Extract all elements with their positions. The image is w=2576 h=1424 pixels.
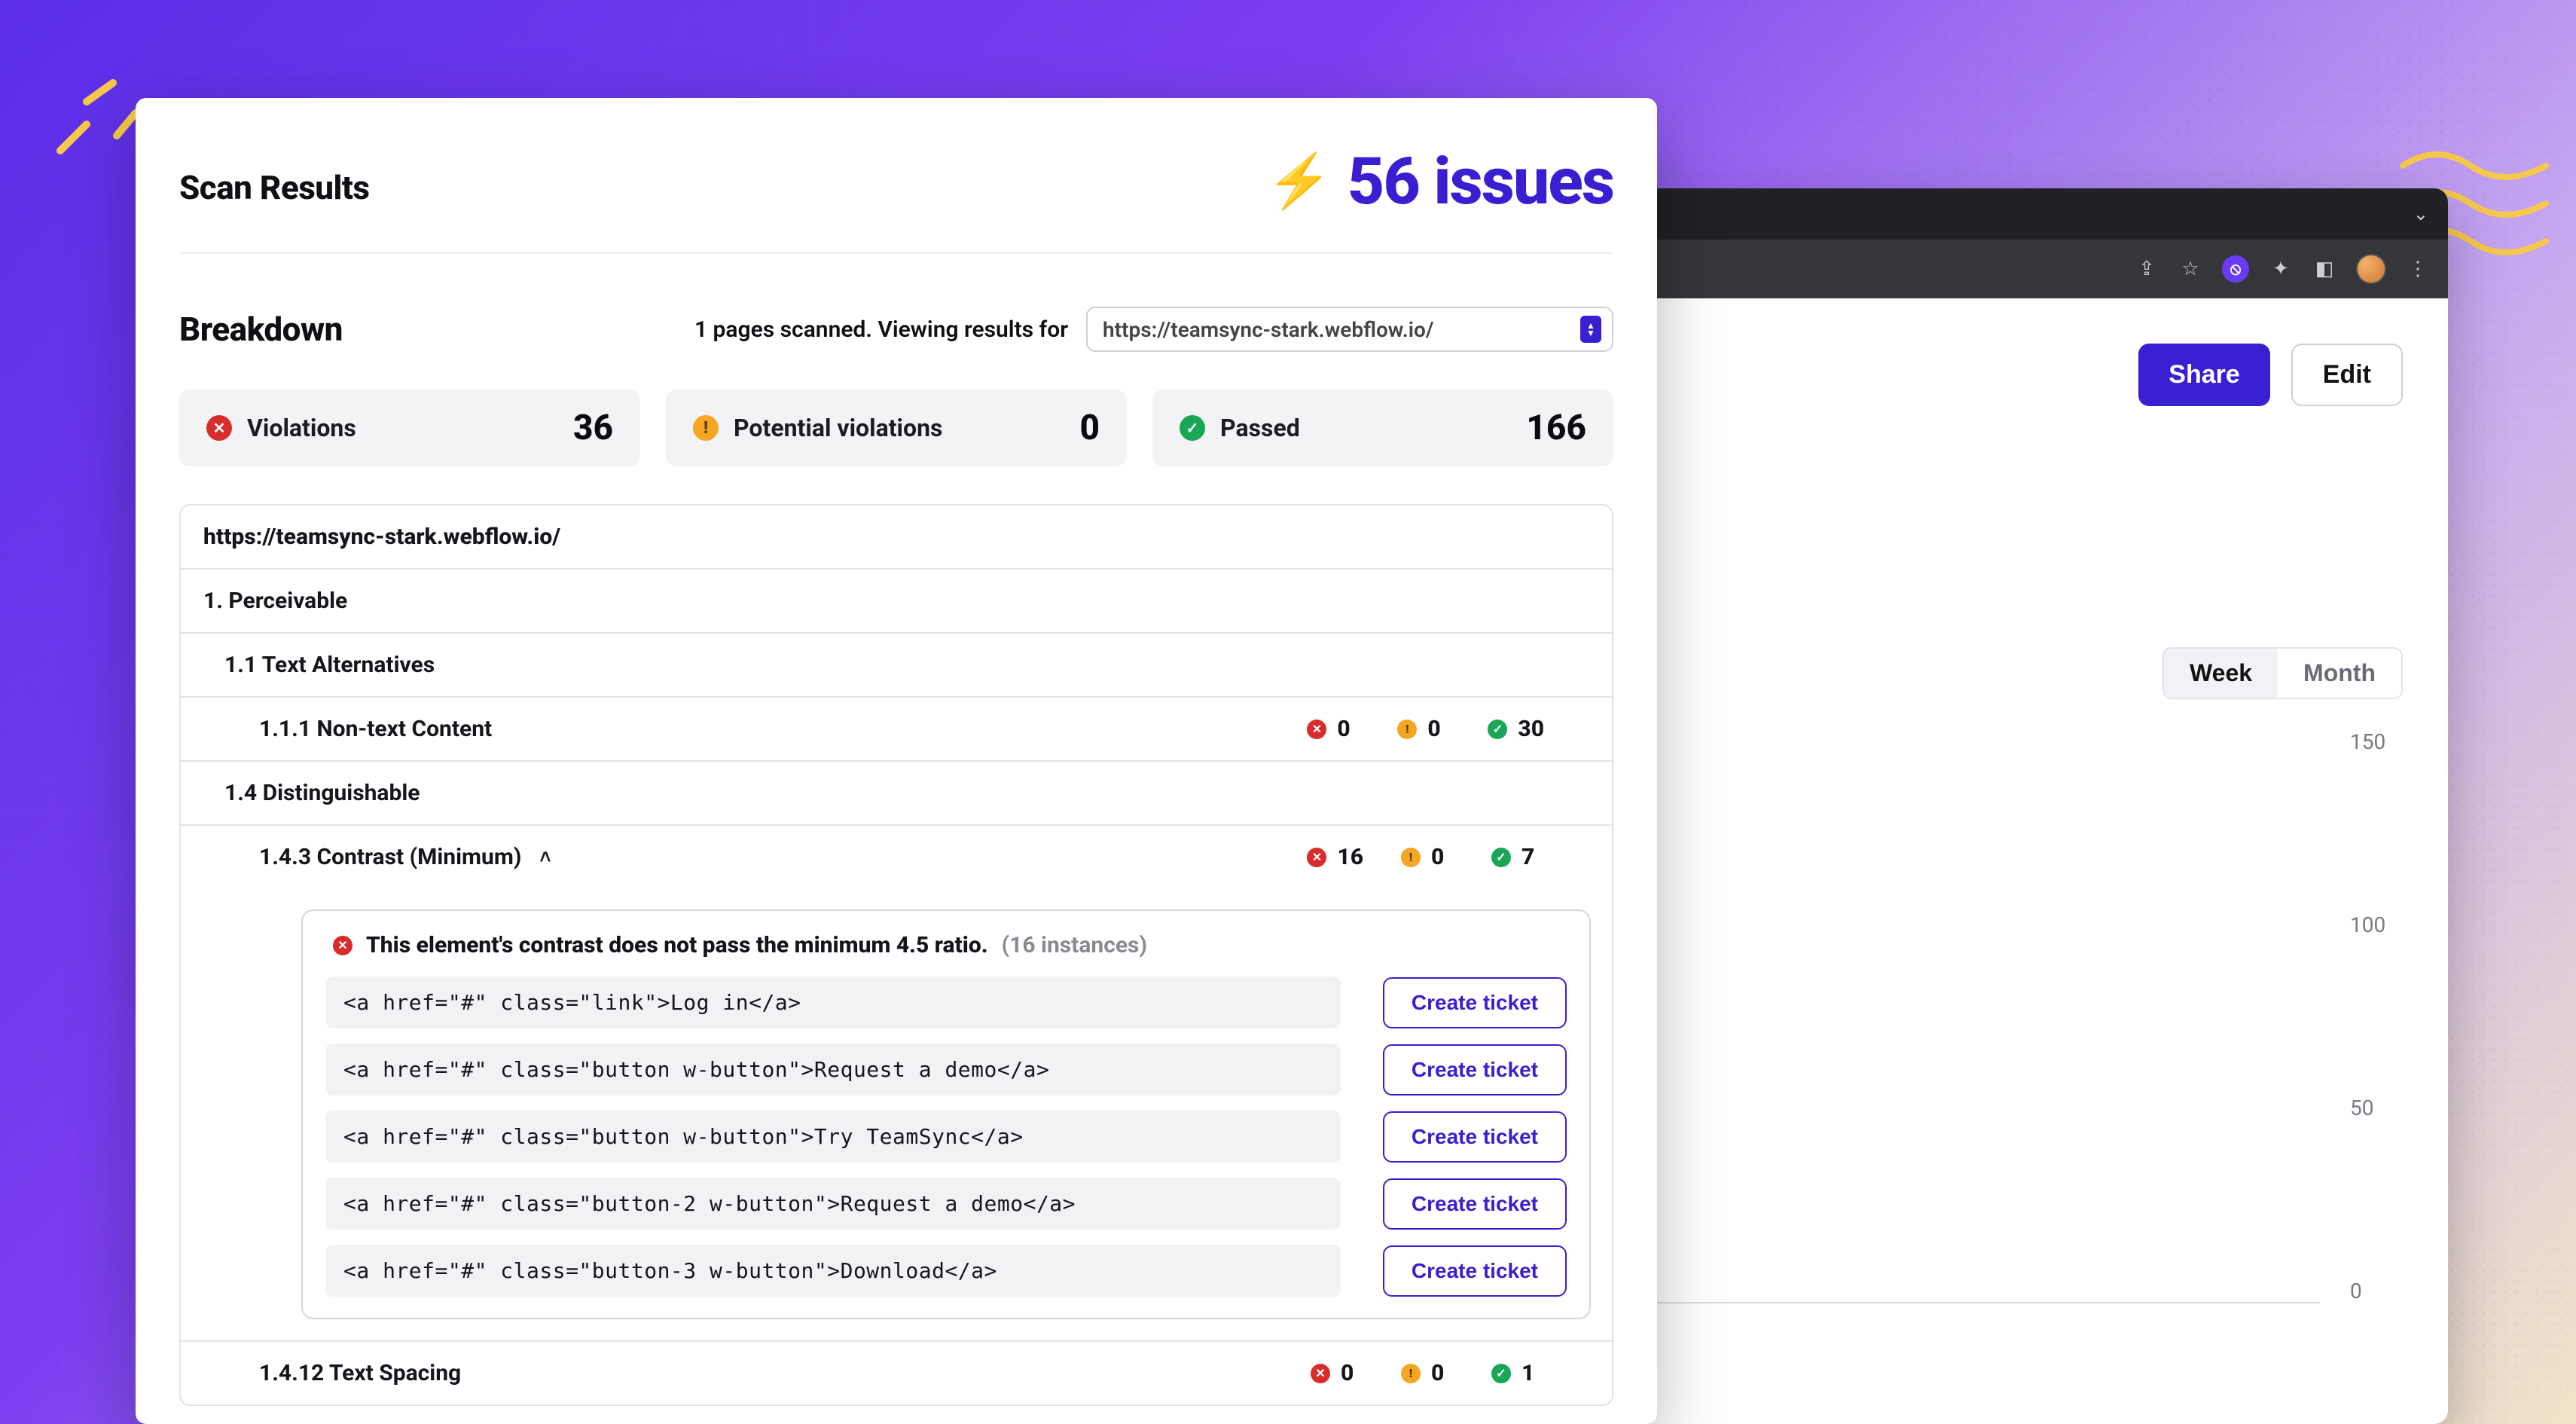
issue-row: <a href="#" class="button w-button">Requ… xyxy=(325,1044,1567,1096)
bookmark-star-icon[interactable]: ☆ xyxy=(2178,257,2202,281)
potential-count: 0 xyxy=(1079,408,1100,448)
check-icon: ✓ xyxy=(1491,1364,1511,1383)
error-icon: ✕ xyxy=(333,936,353,955)
detail-instances: (16 instances) xyxy=(1002,932,1147,958)
create-ticket-button[interactable]: Create ticket xyxy=(1383,1044,1567,1096)
passed-card[interactable]: ✓ Passed 166 xyxy=(1152,390,1613,466)
tree-page-row[interactable]: https://teamsync-stark.webflow.io/ xyxy=(181,506,1612,568)
toggle-week[interactable]: Week xyxy=(2164,649,2278,698)
warning-icon: ! xyxy=(1401,848,1421,867)
scan-results-panel: Scan Results ⚡ 56 issues Breakdown 1 pag… xyxy=(136,98,1657,1424)
profile-avatar[interactable] xyxy=(2356,254,2386,284)
page-url-select[interactable]: https://teamsync-stark.webflow.io/ ▲▼ xyxy=(1086,307,1613,352)
detail-message: This element's contrast does not pass th… xyxy=(366,932,988,958)
results-tree: https://teamsync-stark.webflow.io/ 1. Pe… xyxy=(179,504,1613,1406)
tree-category-perceivable[interactable]: 1. Perceivable xyxy=(181,568,1612,632)
breakdown-heading: Breakdown xyxy=(179,310,343,349)
violations-count: 36 xyxy=(573,408,613,448)
tree-leaf-contrast-minimum: 1.4.3 Contrast (Minimum) ˄ ✕16 !0 ✓7 ✕ T… xyxy=(181,824,1612,1319)
tree-leaf-non-text-content[interactable]: 1.1.1 Non-text Content ✕0 !0 ✓30 xyxy=(181,696,1612,760)
create-ticket-button[interactable]: Create ticket xyxy=(1383,977,1567,1028)
code-snippet[interactable]: <a href="#" class="button w-button">Requ… xyxy=(325,1044,1341,1096)
error-icon: ✕ xyxy=(206,415,232,441)
error-icon: ✕ xyxy=(1307,720,1326,739)
side-panel-icon[interactable]: ◧ xyxy=(2312,257,2336,281)
code-snippet[interactable]: <a href="#" class="button-3 w-button">Do… xyxy=(325,1245,1341,1297)
code-snippet[interactable]: <a href="#" class="link">Log in</a> xyxy=(325,976,1341,1028)
decorative-spark-icon xyxy=(45,60,151,166)
chart-range-toggle[interactable]: Week Month xyxy=(2162,647,2403,699)
issue-row: <a href="#" class="link">Log in</a> Crea… xyxy=(325,976,1567,1028)
code-snippet[interactable]: <a href="#" class="button w-button">Try … xyxy=(325,1111,1341,1163)
chevron-up-icon: ˄ xyxy=(539,845,551,869)
check-icon: ✓ xyxy=(1180,415,1205,441)
share-sheet-icon[interactable]: ⇪ xyxy=(2135,257,2159,281)
issue-row: <a href="#" class="button-2 w-button">Re… xyxy=(325,1178,1567,1230)
violations-card[interactable]: ✕ Violations 36 xyxy=(179,390,640,466)
contrast-detail-block: ✕ This element's contrast does not pass … xyxy=(301,909,1591,1319)
selected-url: https://teamsync-stark.webflow.io/ xyxy=(1103,317,1434,342)
extension-icon[interactable]: ⦸ xyxy=(2222,255,2249,283)
error-icon: ✕ xyxy=(1307,848,1326,867)
error-icon: ✕ xyxy=(1311,1364,1330,1383)
create-ticket-button[interactable]: Create ticket xyxy=(1383,1245,1567,1297)
warning-icon: ! xyxy=(693,415,719,441)
panel-title: Scan Results xyxy=(179,168,370,207)
issue-row: <a href="#" class="button-3 w-button">Do… xyxy=(325,1245,1567,1297)
pages-scanned-label: 1 pages scanned. Viewing results for xyxy=(694,316,1068,343)
issues-count: ⚡ 56 issues xyxy=(1267,143,1613,219)
code-snippet[interactable]: <a href="#" class="button-2 w-button">Re… xyxy=(325,1178,1341,1230)
passed-count: 166 xyxy=(1526,408,1586,448)
tree-sub-distinguishable[interactable]: 1.4 Distinguishable xyxy=(181,760,1612,824)
share-button[interactable]: Share xyxy=(2138,344,2270,406)
select-stepper-icon[interactable]: ▲▼ xyxy=(1580,316,1601,343)
create-ticket-button[interactable]: Create ticket xyxy=(1383,1178,1567,1230)
create-ticket-button[interactable]: Create ticket xyxy=(1383,1111,1567,1163)
issue-row: <a href="#" class="button w-button">Try … xyxy=(325,1111,1567,1163)
potential-violations-card[interactable]: ! Potential violations 0 xyxy=(666,390,1127,466)
bolt-icon: ⚡ xyxy=(1267,151,1331,212)
kebab-menu-icon[interactable]: ⋮ xyxy=(2406,257,2430,281)
edit-button[interactable]: Edit xyxy=(2291,344,2403,406)
tree-leaf-contrast-header[interactable]: 1.4.3 Contrast (Minimum) ˄ ✕16 !0 ✓7 xyxy=(181,826,1612,888)
check-icon: ✓ xyxy=(1491,848,1511,867)
y-axis-labels: 150 100 50 0 xyxy=(2327,729,2403,1303)
toggle-month[interactable]: Month xyxy=(2278,649,2401,698)
warning-icon: ! xyxy=(1397,720,1417,739)
warning-icon: ! xyxy=(1401,1364,1421,1383)
tab-dropdown-icon[interactable]: ⌄ xyxy=(2413,203,2428,225)
check-icon: ✓ xyxy=(1488,720,1507,739)
tree-sub-text-alternatives[interactable]: 1.1 Text Alternatives xyxy=(181,632,1612,696)
tree-leaf-text-spacing[interactable]: 1.4.12 Text Spacing ✕0 !0 ✓1 xyxy=(181,1340,1612,1404)
extensions-puzzle-icon[interactable]: ✦ xyxy=(2269,257,2293,281)
